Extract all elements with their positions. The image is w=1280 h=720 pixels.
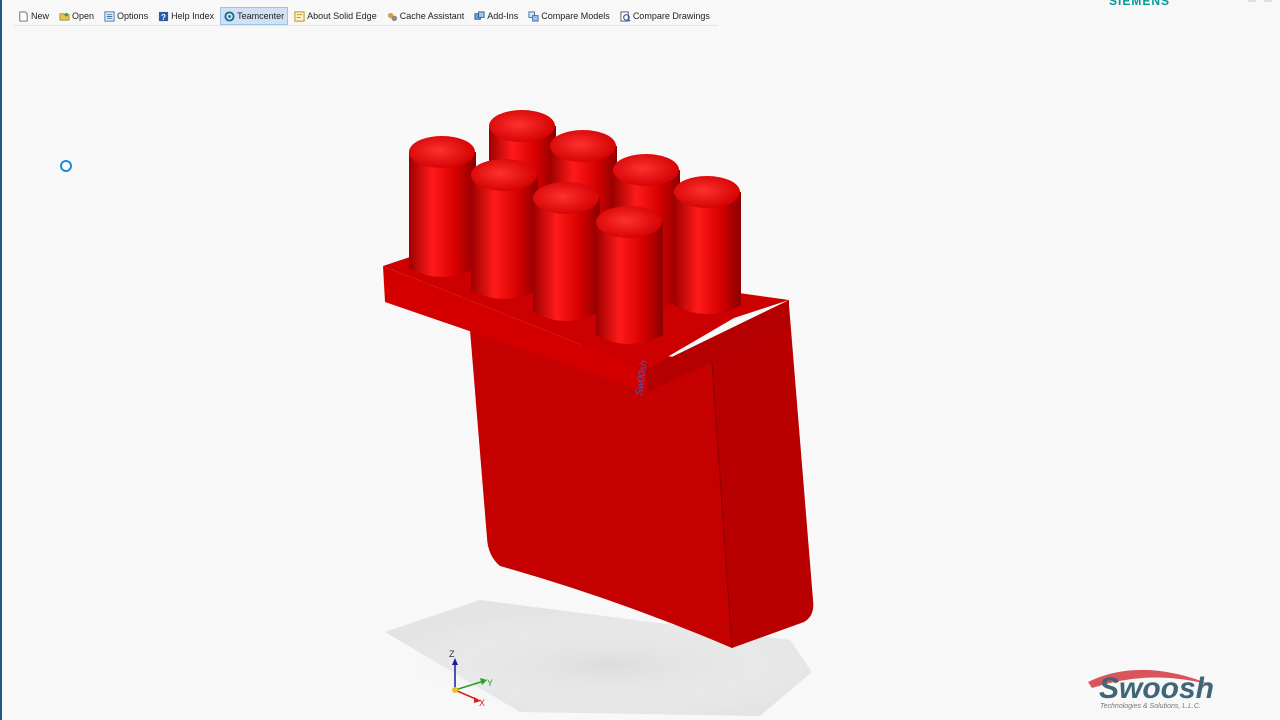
triad-x-label: X — [479, 698, 485, 708]
triad-z-label: Z — [449, 649, 455, 659]
pin-front-1 — [409, 136, 476, 277]
model-viewport[interactable]: Sw00sh Z Y X — [0, 0, 1280, 720]
pin-front-3 — [533, 182, 600, 321]
swoosh-logo: Swoosh Technologies & Solutions, L.L.C. — [1082, 664, 1232, 716]
body-front-face — [470, 330, 732, 648]
pin-front-2 — [471, 159, 538, 299]
pin-right — [674, 176, 741, 314]
logo-wordmark: Swoosh — [1099, 672, 1215, 705]
pin-front-4 — [596, 206, 663, 344]
triad-y-label: Y — [487, 678, 493, 688]
logo-tagline: Technologies & Solutions, L.L.C. — [1100, 703, 1201, 710]
